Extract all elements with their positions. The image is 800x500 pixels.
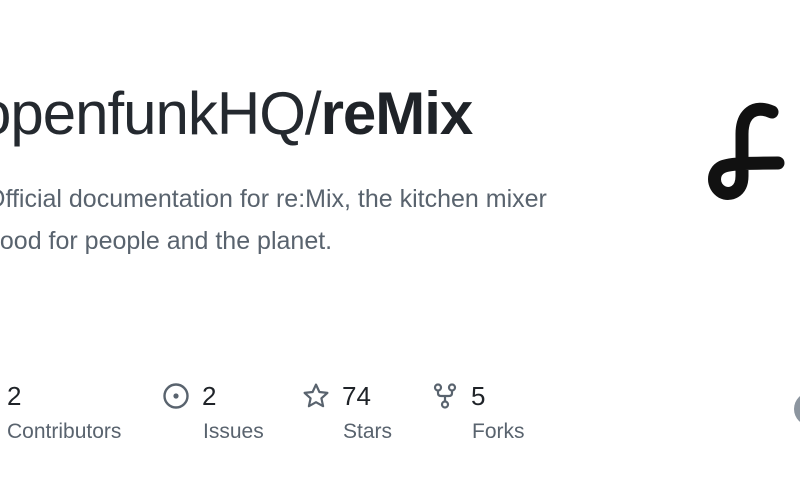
stat-issues[interactable]: 2 Issues <box>162 376 264 444</box>
star-icon <box>303 383 329 408</box>
contributors-label: Contributors <box>7 420 122 443</box>
stat-forks[interactable]: 5 Forks <box>431 376 525 444</box>
issue-opened-icon <box>163 383 189 409</box>
contributors-count: 2 <box>7 380 22 411</box>
repo-owner: openfunkHQ/ <box>0 80 322 147</box>
forks-label: Forks <box>472 420 525 443</box>
issues-count: 2 <box>202 380 217 411</box>
repo-title: openfunkHQ/reMix <box>0 78 474 150</box>
stat-stars[interactable]: 74 Stars <box>302 376 392 444</box>
repo-description-line-2: good for people and the planet. <box>0 227 333 255</box>
repo-forked-icon <box>433 383 457 409</box>
stars-label: Stars <box>343 420 393 443</box>
repo-description-line-1: Official documentation for re:Mix, the k… <box>0 185 547 213</box>
issues-label: Issues <box>203 420 264 443</box>
stat-contributors[interactable]: 2 Contributors <box>7 376 121 444</box>
organization-logo-icon <box>708 102 785 200</box>
forks-count: 5 <box>471 380 486 411</box>
repo-name: reMix <box>320 80 474 147</box>
repo-description: Official documentation for re:Mix, the k… <box>0 178 626 262</box>
repo-stats: 2 Contributors 2 Issues 74 Stars 5 Forks <box>0 376 800 456</box>
stars-count: 74 <box>342 380 371 411</box>
